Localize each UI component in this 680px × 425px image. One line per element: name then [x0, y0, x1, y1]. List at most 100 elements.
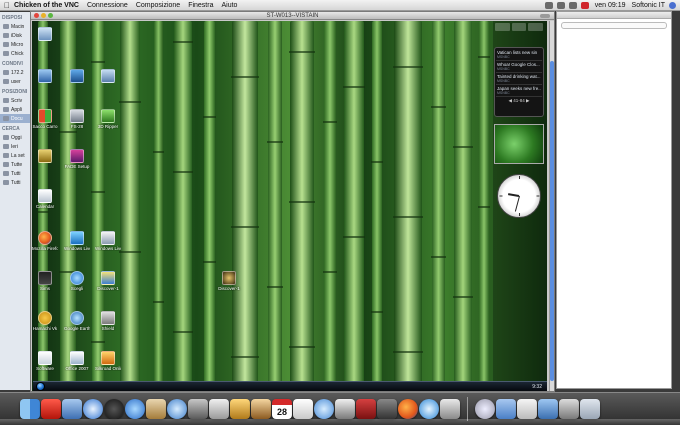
finder-item[interactable]: Oggi	[0, 133, 33, 142]
desktop-icon-recycle-bin[interactable]	[32, 27, 58, 42]
finder-item[interactable]: Tutte	[0, 160, 33, 169]
clock-gadget[interactable]	[497, 174, 541, 218]
volume-status-icon[interactable]	[568, 1, 577, 9]
menu-aiuto[interactable]: Aiuto	[221, 2, 237, 9]
quill-icon[interactable]	[230, 399, 250, 419]
documents-icon[interactable]	[517, 399, 537, 419]
chat-icon[interactable]	[146, 399, 166, 419]
menu-connessione[interactable]: Connessione	[87, 2, 128, 9]
desktop-icon[interactable]	[64, 69, 90, 84]
downloads-icon[interactable]	[538, 399, 558, 419]
mic-icon[interactable]	[314, 399, 334, 419]
finder-item[interactable]: Tutti	[0, 169, 33, 178]
desktop-icon[interactable]	[32, 69, 58, 84]
desktop-icon[interactable]	[32, 149, 58, 164]
menubar-clock[interactable]: ven 09:19	[595, 2, 626, 9]
apple-menu-icon[interactable]: 	[0, 1, 14, 10]
ical-icon[interactable]	[125, 399, 145, 419]
pdf-icon[interactable]	[41, 399, 61, 419]
safari-icon[interactable]	[83, 399, 103, 419]
finder-item[interactable]: Macin	[0, 22, 33, 31]
desktop-icon-calendar[interactable]: Calendar	[32, 189, 58, 209]
stack-icon[interactable]	[559, 399, 579, 419]
photo-icon[interactable]	[251, 399, 271, 419]
desktop-icon[interactable]: Discover-1	[95, 271, 121, 291]
desktop-icon[interactable]: Sacco Carro	[32, 109, 58, 129]
news-item[interactable]: Whoa! Google Clos... MSNBC	[496, 61, 542, 73]
desktop-icon[interactable]: Scegli	[64, 271, 90, 291]
desktop-icon-firefox[interactable]: Mozilla Firefox	[32, 231, 58, 251]
desktop-icon[interactable]: 3D Ripper	[95, 109, 121, 129]
scrollbar-thumb[interactable]	[550, 61, 554, 381]
desktop-icon[interactable]: Sims	[32, 271, 58, 291]
desktop-icon[interactable]: Windows Live	[95, 231, 121, 251]
finder-icon[interactable]	[20, 399, 40, 419]
vertical-scrollbar[interactable]	[549, 21, 554, 391]
wifi-status-icon[interactable]	[556, 1, 565, 9]
desktop-icon-silkroad[interactable]: Discover-1	[216, 271, 242, 291]
sidebar-prev-button[interactable]	[511, 23, 527, 31]
desktop-icon[interactable]: Google Earth	[64, 311, 90, 331]
skype-icon[interactable]	[419, 399, 439, 419]
vista-icon[interactable]	[377, 399, 397, 419]
menu-composizione[interactable]: Composizione	[136, 2, 180, 9]
spotlight-icon[interactable]	[669, 1, 676, 9]
bluetooth-status-icon[interactable]	[544, 1, 553, 9]
toolbar-toggle-button[interactable]	[540, 14, 550, 18]
right-window-search-field[interactable]	[561, 22, 667, 29]
menubar-user[interactable]: Softonic IT	[632, 2, 665, 9]
start-button-icon[interactable]	[36, 382, 45, 391]
system-icon[interactable]	[440, 399, 460, 419]
news-item[interactable]: Vatican lists new sin MSNBC	[496, 49, 542, 61]
vnc-titlebar[interactable]: ST-W013--VISTAIN	[31, 12, 554, 20]
zoom-button[interactable]	[48, 13, 53, 18]
folder-icon[interactable]	[496, 399, 516, 419]
news-pager[interactable]: ◀ 41-84 ▶	[496, 98, 542, 104]
remote-desktop[interactable]: Sacco Carro Calendar Mozilla Firefox Sim…	[32, 21, 547, 391]
slideshow-gadget[interactable]	[494, 124, 544, 164]
trash-icon[interactable]	[580, 399, 600, 419]
finder-item[interactable]: La set	[0, 151, 33, 160]
sidebar-next-button[interactable]	[528, 23, 544, 31]
mail-icon[interactable]	[209, 399, 229, 419]
itunes-icon[interactable]	[167, 399, 187, 419]
finder-item-selected[interactable]: Docu	[0, 114, 33, 123]
desktop-icon[interactable]: Software	[32, 351, 58, 371]
vnc-icon[interactable]	[356, 399, 376, 419]
desktop-icon[interactable]: Windows Live Messenger	[64, 231, 90, 251]
address-icon[interactable]	[293, 399, 313, 419]
music-icon[interactable]	[335, 399, 355, 419]
finder-item[interactable]: Tutti	[0, 178, 33, 187]
desktop-icon[interactable]: Office 2007	[64, 351, 90, 371]
desktop-icon[interactable]: FADE Setup	[64, 149, 90, 169]
close-button[interactable]	[34, 13, 39, 18]
finder-item[interactable]: iDisk	[0, 31, 33, 40]
preview-icon[interactable]	[62, 399, 82, 419]
taskbar-clock[interactable]: 9:32	[532, 384, 542, 390]
star-icon[interactable]	[188, 399, 208, 419]
finder-item[interactable]: 172.2	[0, 68, 33, 77]
globe-icon[interactable]	[475, 399, 495, 419]
finder-item[interactable]: Ieri	[0, 142, 33, 151]
firefox-icon[interactable]	[398, 399, 418, 419]
clock-icon[interactable]	[104, 399, 124, 419]
desktop-icon[interactable]: Shield	[95, 311, 121, 331]
news-item[interactable]: Tainted drinking wat... MSNBC	[496, 73, 542, 85]
news-item[interactable]: Japan seeks new fre... MSNBC	[496, 85, 542, 97]
desktop-icon[interactable]	[95, 69, 121, 84]
desktop-icon[interactable]: Silkroad Online	[95, 351, 121, 371]
finder-item[interactable]: user	[0, 77, 33, 86]
desktop-icon[interactable]: FS-28	[64, 109, 90, 129]
finder-item[interactable]: Micro	[0, 40, 33, 49]
sidebar-add-gadget-button[interactable]	[495, 23, 510, 31]
minimize-button[interactable]	[41, 13, 46, 18]
right-window-titlebar[interactable]	[557, 12, 671, 19]
language-flag-icon[interactable]	[580, 1, 589, 9]
finder-item[interactable]: Chick	[0, 49, 33, 58]
calendar-icon[interactable]: 28	[272, 399, 292, 419]
menu-app-name[interactable]: Chicken of the VNC	[14, 2, 79, 9]
desktop-icon[interactable]: Hamachi Vk	[32, 311, 58, 331]
news-feed-gadget[interactable]: Vatican lists new sin MSNBC Whoa! Google …	[494, 47, 544, 117]
menu-finestra[interactable]: Finestra	[188, 2, 213, 9]
finder-item[interactable]: Scriv	[0, 96, 33, 105]
